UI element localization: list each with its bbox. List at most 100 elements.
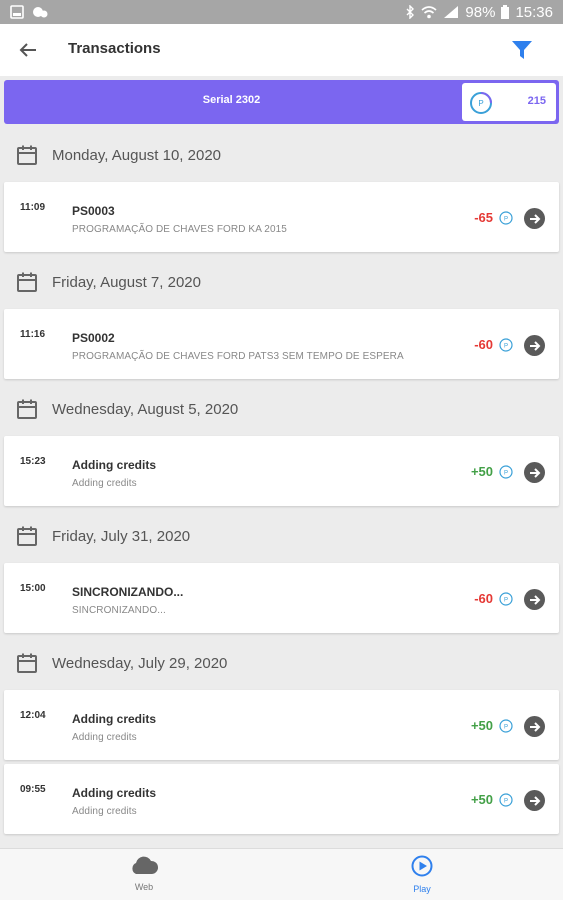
transaction-card[interactable]: 09:55 Adding credits Adding credits +50 P [4, 764, 559, 834]
transaction-amount: +50 [470, 464, 493, 479]
svg-text:P: P [504, 217, 508, 223]
transaction-time: 11:16 [20, 329, 46, 340]
open-transaction-button[interactable] [524, 335, 545, 356]
bottom-nav: Web Play [0, 848, 563, 900]
svg-text:P: P [504, 725, 508, 731]
credit-coin-icon: P [499, 719, 513, 733]
credit-coin-icon: P [499, 211, 513, 225]
credit-coin-icon: P [470, 92, 492, 114]
svg-text:P: P [504, 471, 508, 477]
open-transaction-button[interactable] [524, 208, 545, 229]
svg-text:P: P [478, 99, 483, 108]
transaction-subtitle: Adding credits [72, 806, 137, 817]
play-circle-icon [411, 855, 433, 877]
transaction-amount: -60 [474, 337, 493, 352]
clock: 15:36 [515, 3, 553, 21]
nav-play[interactable]: Play [392, 855, 452, 894]
transaction-subtitle: Adding credits [72, 478, 137, 489]
transaction-subtitle: Adding credits [72, 732, 137, 743]
serial-bar: Serial 2302 P 215 [4, 80, 559, 124]
transaction-list: Monday, August 10, 2020 11:09 PS0003 PROGRA… [0, 128, 563, 837]
open-transaction-button[interactable] [524, 589, 545, 610]
filter-button[interactable] [508, 36, 536, 64]
serial-label: Serial 2302 [202, 94, 261, 106]
transaction-title: Adding credits [72, 786, 157, 800]
calendar-icon [17, 399, 37, 419]
calendar-icon [17, 653, 37, 673]
transaction-group: 15:00 SINCRONIZANDO... SINCRONIZANDO... -60… [0, 563, 563, 633]
credit-balance-box: P 215 [462, 83, 556, 121]
nav-web[interactable]: Web [114, 855, 174, 892]
transaction-time: 09:55 [20, 784, 46, 795]
transaction-title: Adding credits [72, 712, 157, 726]
date-label: Friday, July 31, 2020 [52, 527, 191, 545]
transaction-subtitle: PROGRAMAÇÃO DE CHAVES FORD KA 2015 [72, 224, 287, 235]
transaction-card[interactable]: 11:09 PS0003 PROGRAMAÇÃO DE CHAVES FORD KA… [4, 182, 559, 252]
transaction-group: 12:04 Adding credits Adding credits +50 P 09:… [0, 690, 563, 834]
transaction-card[interactable]: 11:16 PS0002 PROGRAMAÇÃO DE CHAVES FORD PA… [4, 309, 559, 379]
battery-percent: 98% [465, 3, 496, 21]
arrow-left-icon [19, 43, 36, 57]
credit-coin-icon: P [499, 465, 513, 479]
transaction-time: 12:04 [20, 710, 46, 721]
status-bar: 98% 15:36 [0, 0, 563, 24]
filter-icon [512, 41, 532, 59]
arrow-right-icon [529, 721, 540, 732]
app-notification-icon [33, 7, 48, 18]
date-label: Wednesday, August 5, 2020 [52, 400, 239, 418]
back-button[interactable] [14, 36, 42, 64]
cloud-icon [132, 856, 159, 874]
page-title: Transactions [68, 40, 161, 57]
transaction-amount: -65 [474, 210, 493, 225]
calendar-icon [17, 272, 37, 292]
date-header: Wednesday, August 5, 2020 [0, 382, 563, 436]
gallery-notification-icon [10, 5, 24, 19]
app-bar: Transactions [0, 24, 563, 76]
transaction-group: 11:16 PS0002 PROGRAMAÇÃO DE CHAVES FORD PA… [0, 309, 563, 379]
credit-coin-icon: P [499, 793, 513, 807]
transaction-amount: -60 [474, 591, 493, 606]
transaction-subtitle: PROGRAMAÇÃO DE CHAVES FORD PATS3 SEM TEM… [72, 351, 404, 362]
date-header: Friday, August 7, 2020 [0, 255, 563, 309]
transaction-title: SINCRONIZANDO... [72, 585, 184, 599]
arrow-right-icon [529, 467, 540, 478]
transaction-time: 11:09 [20, 202, 46, 213]
nav-web-label: Web [134, 882, 154, 892]
transaction-title: PS0002 [72, 331, 115, 345]
svg-text:P: P [504, 799, 508, 805]
transaction-subtitle: SINCRONIZANDO... [72, 605, 166, 616]
transaction-amount: +50 [470, 718, 493, 733]
calendar-icon [17, 526, 37, 546]
arrow-right-icon [529, 213, 540, 224]
bluetooth-icon [406, 5, 415, 19]
transaction-group: 11:09 PS0003 PROGRAMAÇÃO DE CHAVES FORD KA… [0, 182, 563, 252]
nav-play-label: Play [413, 884, 431, 894]
transaction-title: Adding credits [72, 458, 157, 472]
signal-icon [444, 6, 459, 18]
credit-balance: 215 [527, 95, 546, 107]
arrow-right-icon [529, 340, 540, 351]
transaction-amount: +50 [470, 792, 493, 807]
date-header: Friday, July 31, 2020 [0, 509, 563, 563]
date-header: Monday, August 10, 2020 [0, 128, 563, 182]
date-header: Wednesday, July 29, 2020 [0, 636, 563, 690]
transaction-time: 15:23 [20, 456, 46, 467]
transaction-card[interactable]: 15:00 SINCRONIZANDO... SINCRONIZANDO... -60… [4, 563, 559, 633]
date-label: Monday, August 10, 2020 [52, 146, 222, 164]
credit-coin-icon: P [499, 592, 513, 606]
credit-coin-icon: P [499, 338, 513, 352]
open-transaction-button[interactable] [524, 462, 545, 483]
battery-icon [501, 5, 510, 19]
arrow-right-icon [529, 795, 540, 806]
svg-text:P: P [504, 344, 508, 350]
transaction-card[interactable]: 12:04 Adding credits Adding credits +50 P [4, 690, 559, 760]
date-label: Friday, August 7, 2020 [52, 273, 201, 291]
calendar-icon [17, 145, 37, 165]
arrow-right-icon [529, 594, 540, 605]
transaction-card[interactable]: 15:23 Adding credits Adding credits +50 P [4, 436, 559, 506]
transaction-group: 15:23 Adding credits Adding credits +50 P [0, 436, 563, 506]
open-transaction-button[interactable] [524, 790, 545, 811]
transaction-title: PS0003 [72, 204, 115, 218]
open-transaction-button[interactable] [524, 716, 545, 737]
svg-text:P: P [504, 598, 508, 604]
